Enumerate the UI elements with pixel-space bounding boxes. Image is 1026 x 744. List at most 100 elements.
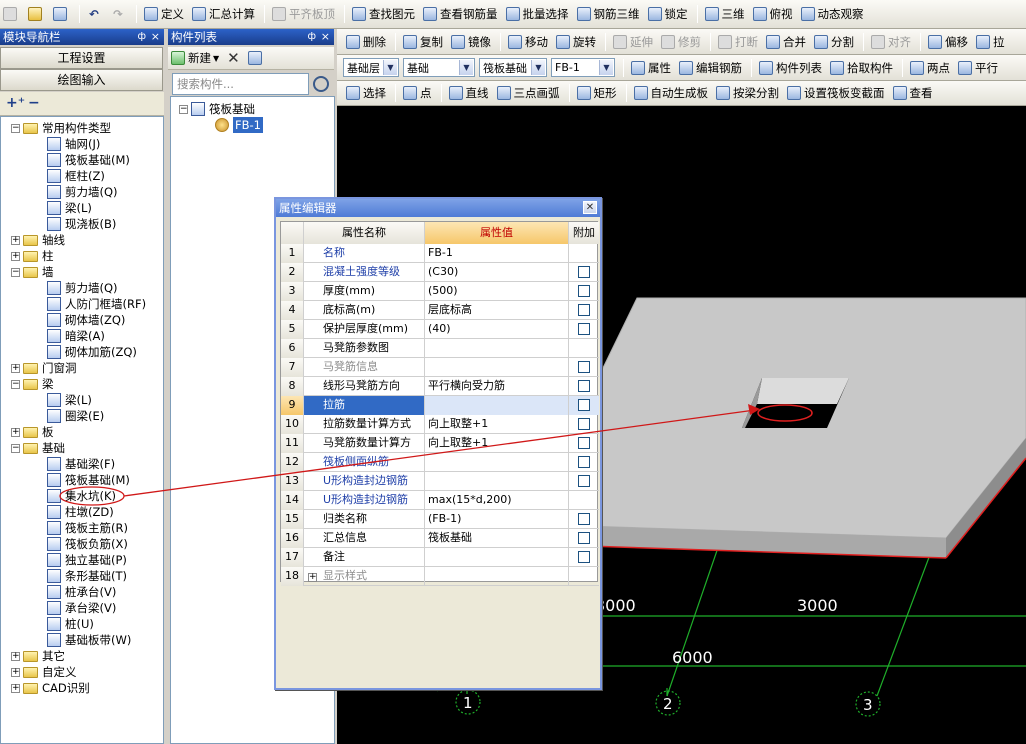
variable-section-button[interactable]: 设置筏板变截面 bbox=[784, 82, 888, 104]
close-icon[interactable]: × bbox=[151, 29, 160, 45]
copy-button[interactable]: 复制 bbox=[400, 31, 446, 53]
tree-folder[interactable]: + 柱 bbox=[11, 248, 54, 264]
tree-leaf[interactable]: 砌体加筋(ZQ) bbox=[47, 344, 137, 360]
extra-checkbox[interactable] bbox=[578, 304, 590, 316]
pick-button[interactable]: 拾取构件 bbox=[827, 57, 896, 79]
delete-component-button[interactable]: ✕ bbox=[224, 47, 243, 69]
property-value-field[interactable] bbox=[425, 472, 569, 491]
extra-checkbox[interactable] bbox=[578, 285, 590, 297]
tree-folder[interactable]: − 梁 bbox=[11, 376, 54, 392]
property-row[interactable]: 18 + 显示样式 bbox=[281, 567, 599, 586]
property-row[interactable]: 6 马凳筋参数图 bbox=[281, 339, 599, 358]
tree-leaf[interactable]: 基础梁(F) bbox=[47, 456, 115, 472]
property-row[interactable]: 16 汇总信息 筏板基础 bbox=[281, 529, 599, 548]
component-list-button[interactable]: 构件列表 bbox=[756, 57, 825, 79]
component-search-input[interactable]: 搜索构件... bbox=[172, 73, 309, 95]
property-value-field[interactable]: max(15*d,200) bbox=[425, 491, 569, 510]
expand-icon[interactable]: + bbox=[11, 251, 20, 261]
trim-button[interactable]: 修剪 bbox=[658, 31, 704, 53]
orbit-button[interactable]: 动态观察 bbox=[798, 3, 867, 25]
new-component-button[interactable]: 新建 ▼ bbox=[168, 47, 222, 69]
tree-leaf[interactable]: 框柱(Z) bbox=[47, 168, 105, 184]
tree-folder[interactable]: − 常用构件类型 bbox=[11, 120, 111, 136]
tree-leaf[interactable]: 人防门框墙(RF) bbox=[47, 296, 146, 312]
collapse-icon[interactable]: − bbox=[11, 443, 20, 453]
property-value-field[interactable] bbox=[425, 396, 569, 415]
property-value-field[interactable]: (C30) bbox=[425, 263, 569, 282]
property-row[interactable]: 15 归类名称 (FB-1) bbox=[281, 510, 599, 529]
tree-leaf[interactable]: 柱墩(ZD) bbox=[47, 504, 114, 520]
property-row[interactable]: 13 U形构造封边钢筋 bbox=[281, 472, 599, 491]
copy-component-button[interactable] bbox=[245, 47, 268, 69]
project-settings-button[interactable]: 工程设置 bbox=[0, 47, 163, 69]
open-file-button[interactable] bbox=[25, 3, 48, 25]
property-value-field[interactable]: 向上取整+1 bbox=[425, 434, 569, 453]
layer-select-1[interactable]: 基础 ▼ bbox=[403, 58, 475, 77]
collapse-icon[interactable]: − bbox=[11, 379, 20, 389]
property-value-field[interactable] bbox=[425, 567, 569, 586]
properties-button[interactable]: 属性 bbox=[628, 57, 674, 79]
tree-leaf[interactable]: 梁(L) bbox=[47, 392, 92, 408]
expand-icon[interactable]: + bbox=[11, 363, 20, 373]
layer-select-2[interactable]: 筏板基础 ▼ bbox=[479, 58, 547, 77]
move-button[interactable]: 移动 bbox=[505, 31, 551, 53]
extra-checkbox[interactable] bbox=[578, 437, 590, 449]
extra-checkbox[interactable] bbox=[578, 399, 590, 411]
close-icon[interactable]: × bbox=[321, 29, 330, 45]
component-tree-item[interactable]: FB-1 bbox=[215, 117, 263, 133]
expand-icon[interactable]: + bbox=[11, 427, 20, 437]
pin-icon[interactable]: ф bbox=[307, 29, 316, 45]
two-point-button[interactable]: 两点 bbox=[907, 57, 953, 79]
property-row[interactable]: 2 混凝土强度等级 (C30) bbox=[281, 263, 599, 282]
expand-icon[interactable]: + bbox=[11, 667, 20, 677]
property-row[interactable]: 14 U形构造封边钢筋 max(15*d,200) bbox=[281, 491, 599, 510]
tree-leaf[interactable]: 桩(U) bbox=[47, 616, 94, 632]
tree-leaf[interactable]: 圈梁(E) bbox=[47, 408, 104, 424]
collapse-all-icon[interactable]: − bbox=[28, 95, 40, 111]
tree-leaf[interactable]: 剪力墙(Q) bbox=[47, 280, 118, 296]
property-row[interactable]: 17 备注 bbox=[281, 548, 599, 567]
property-value-field[interactable] bbox=[425, 548, 569, 567]
expand-icon[interactable]: + bbox=[11, 235, 20, 245]
tree-leaf[interactable]: 筏板负筋(X) bbox=[47, 536, 128, 552]
property-editor-titlebar[interactable]: 属性编辑器 ✕ bbox=[276, 199, 600, 217]
tree-leaf[interactable]: 砌体墙(ZQ) bbox=[47, 312, 125, 328]
tree-leaf[interactable]: 集水坑(K) bbox=[47, 488, 116, 504]
collapse-icon[interactable]: − bbox=[11, 267, 20, 277]
rotate-button[interactable]: 旋转 bbox=[553, 31, 599, 53]
rebar-qty-button[interactable]: 查看钢筋量 bbox=[420, 3, 501, 25]
extra-checkbox[interactable] bbox=[578, 456, 590, 468]
3d-button[interactable]: 三维 bbox=[702, 3, 748, 25]
property-row[interactable]: 4 底标高(m) 层底标高 bbox=[281, 301, 599, 320]
property-row[interactable]: 8 线形马凳筋方向 平行横向受力筋 bbox=[281, 377, 599, 396]
mirror-button[interactable]: 镜像 bbox=[448, 31, 494, 53]
collapse-icon[interactable]: − bbox=[179, 104, 188, 114]
binoculars-button[interactable]: 查找图元 bbox=[349, 3, 418, 25]
top-view-button[interactable]: 俯视 bbox=[750, 3, 796, 25]
property-value-field[interactable]: 筏板基础 bbox=[425, 529, 569, 548]
rectangle-button[interactable]: 矩形 bbox=[574, 82, 620, 104]
tree-folder[interactable]: + 自定义 bbox=[11, 664, 77, 680]
stretch-button[interactable]: 拉 bbox=[973, 31, 1008, 53]
property-row[interactable]: 9 拉筋 bbox=[281, 396, 599, 415]
tree-leaf[interactable]: 现浇板(B) bbox=[47, 216, 116, 232]
align-button[interactable]: 对齐 bbox=[868, 31, 914, 53]
tree-leaf[interactable]: 筏板基础(M) bbox=[47, 472, 130, 488]
tree-folder[interactable]: − 基础 bbox=[11, 440, 65, 456]
break-button[interactable]: 打断 bbox=[715, 31, 761, 53]
batch-select-button[interactable]: 批量选择 bbox=[503, 3, 572, 25]
property-row[interactable]: 5 保护层厚度(mm) (40) bbox=[281, 320, 599, 339]
property-row[interactable]: 11 马凳筋数量计算方 向上取整+1 bbox=[281, 434, 599, 453]
extra-checkbox[interactable] bbox=[578, 475, 590, 487]
define-button[interactable]: 定义 bbox=[141, 3, 187, 25]
undo-button[interactable]: ↶ bbox=[84, 3, 106, 25]
tree-leaf[interactable]: 暗梁(A) bbox=[47, 328, 105, 344]
new-file-button[interactable] bbox=[0, 3, 23, 25]
extra-checkbox[interactable] bbox=[578, 551, 590, 563]
extra-checkbox[interactable] bbox=[578, 513, 590, 525]
extend-button[interactable]: 延伸 bbox=[610, 31, 656, 53]
lock-button[interactable]: 锁定 bbox=[645, 3, 691, 25]
point-button[interactable]: 点 bbox=[400, 82, 435, 104]
tree-folder[interactable]: + 门窗洞 bbox=[11, 360, 77, 376]
property-value-field[interactable]: 向上取整+1 bbox=[425, 415, 569, 434]
